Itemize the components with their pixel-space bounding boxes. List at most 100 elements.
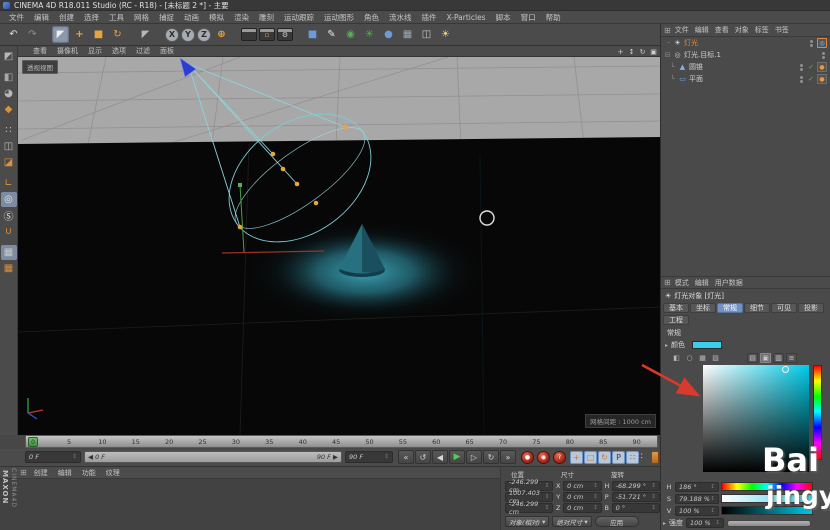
color-picker-marker[interactable]: [782, 366, 789, 373]
autokey-button[interactable]: ◉: [537, 451, 550, 464]
om-menu-file[interactable]: 文件: [672, 25, 692, 35]
lock-y-icon[interactable]: Y: [181, 27, 195, 42]
picker-wheel-icon[interactable]: ○: [684, 353, 695, 363]
tab-details[interactable]: 细节: [744, 303, 770, 313]
object-label[interactable]: 平面: [689, 74, 703, 84]
toolbar-separator[interactable]: [232, 26, 239, 43]
snapshot-dots-icon[interactable]: ∷: [637, 452, 643, 462]
vp-menu-filter[interactable]: 过滤: [131, 46, 155, 56]
rotation-field[interactable]: -68.299 ° ↕: [611, 481, 660, 491]
tab-general[interactable]: 常规: [717, 303, 743, 313]
size-field[interactable]: 0 cm ↕: [563, 481, 602, 491]
rotation-field[interactable]: 0 ° ↕: [611, 503, 660, 513]
tab-basic[interactable]: 基本: [663, 303, 689, 313]
enable-check-icon[interactable]: ✓: [807, 63, 815, 71]
dolly-view-icon[interactable]: ↕: [627, 48, 636, 56]
floor-icon[interactable]: ▦: [399, 26, 416, 43]
toolbar-separator[interactable]: [156, 26, 163, 43]
om-menu-objects[interactable]: 对象: [732, 25, 752, 35]
position-field[interactable]: -246.299 cm ↕: [505, 500, 554, 516]
expander-icon[interactable]: ⊟: [664, 51, 671, 59]
hsv-mode-icon[interactable]: ▣: [760, 353, 771, 363]
metaball-icon[interactable]: ●: [380, 26, 397, 43]
axis-mode-icon[interactable]: ∟: [1, 176, 17, 191]
menu-render[interactable]: 渲染: [229, 12, 254, 23]
mixer-mode-icon[interactable]: ≡: [786, 353, 797, 363]
intensity-slider[interactable]: [727, 519, 812, 527]
menu-xparticles[interactable]: X-Particles: [442, 13, 491, 22]
magnet-icon[interactable]: ∪: [1, 224, 17, 239]
undo-icon[interactable]: ↶: [5, 26, 22, 43]
toolbar-separator[interactable]: [128, 26, 135, 43]
lock-x-icon[interactable]: X: [165, 27, 179, 42]
make-editable-icon[interactable]: ◩: [1, 49, 17, 64]
expander-icon[interactable]: ▸: [665, 342, 668, 349]
menu-sculpt[interactable]: 雕刻: [254, 12, 279, 23]
tab-shadow[interactable]: 投影: [798, 303, 824, 313]
texture-mode-icon[interactable]: ◕: [1, 86, 17, 101]
toggle-view-icon[interactable]: ▣: [649, 48, 658, 56]
last-tool-icon[interactable]: ◤: [137, 26, 154, 43]
kelvin-mode-icon[interactable]: ▥: [773, 353, 784, 363]
scale-tool-icon[interactable]: ■: [90, 26, 107, 43]
object-label[interactable]: 圆锥: [689, 62, 703, 72]
orbit-view-icon[interactable]: ↻: [638, 48, 647, 56]
menu-tools[interactable]: 工具: [104, 12, 129, 23]
mat-menu-function[interactable]: 功能: [77, 468, 101, 478]
primitive-cube-icon[interactable]: ■: [304, 26, 321, 43]
vp-menu-options[interactable]: 选项: [107, 46, 131, 56]
menu-character[interactable]: 角色: [359, 12, 384, 23]
visibility-dots[interactable]: [800, 63, 803, 71]
timeline-options-icon[interactable]: [651, 451, 659, 464]
quantize-icon[interactable]: Ⓢ: [1, 208, 17, 223]
light-icon[interactable]: ☀: [437, 26, 454, 43]
redo-icon[interactable]: ↷: [24, 26, 41, 43]
mat-menu-edit[interactable]: 编辑: [53, 468, 77, 478]
menu-file[interactable]: 文件: [4, 12, 29, 23]
goto-prev-key-button[interactable]: ↺: [415, 450, 431, 464]
points-mode-icon[interactable]: ∷: [1, 123, 17, 138]
frame-start-field[interactable]: 0 F ↕: [25, 451, 81, 463]
timeline-ruler[interactable]: 051015202530354045505560657075808590 0: [25, 435, 658, 448]
panel-grid-icon[interactable]: ⊞: [20, 468, 27, 477]
rotate-tool-icon[interactable]: ↻: [109, 26, 126, 43]
polygons-mode-icon[interactable]: ◪: [1, 155, 17, 170]
phong-tag-icon[interactable]: ●: [817, 74, 827, 84]
size-field[interactable]: 0 cm ↕: [563, 492, 602, 502]
panel-grid-icon[interactable]: ⊞: [664, 278, 671, 287]
om-menu-view[interactable]: 查看: [712, 25, 732, 35]
coordinate-mode-dropdown[interactable]: 对象(相对) ▾: [505, 516, 550, 527]
object-label[interactable]: 灯光: [684, 38, 698, 48]
frame-end-field[interactable]: 90 F ↕: [345, 451, 393, 463]
visibility-dots[interactable]: [800, 75, 803, 83]
am-menu-userdata[interactable]: 用户数据: [712, 278, 746, 288]
picker-image-icon[interactable]: ▨: [710, 353, 721, 363]
record-keyframe-button[interactable]: ●: [521, 451, 534, 464]
color-swatch[interactable]: [692, 341, 723, 349]
vp-menu-camera[interactable]: 摄像机: [52, 46, 83, 56]
live-selection-icon[interactable]: ◤: [52, 26, 69, 43]
array-generator-icon[interactable]: ✳: [361, 26, 378, 43]
object-label[interactable]: 灯光.目标.1: [684, 50, 721, 60]
subdivision-surface-icon[interactable]: ◉: [342, 26, 359, 43]
key-parameter-toggle[interactable]: P: [612, 451, 625, 464]
timeline-playhead[interactable]: 0: [28, 437, 38, 447]
target-tag-icon[interactable]: ◎: [817, 38, 827, 48]
menu-edit[interactable]: 编辑: [29, 12, 54, 23]
keyframe-selection-button[interactable]: ?: [553, 451, 566, 464]
apply-button[interactable]: 应用: [594, 516, 639, 527]
vp-menu-panel[interactable]: 面板: [155, 46, 179, 56]
edges-mode-icon[interactable]: ◫: [1, 139, 17, 154]
toolbar-separator[interactable]: [295, 26, 302, 43]
viewport[interactable]: 查看 摄像机 显示 选项 过滤 面板 + ↕ ↻ ▣ 透视视图 网格间距 : 1000 cm: [18, 46, 660, 435]
hue-field[interactable]: 186 ° ↕: [675, 481, 719, 492]
menu-mesh[interactable]: 网格: [129, 12, 154, 23]
value-field[interactable]: 100 % ↕: [675, 505, 719, 516]
frame-range-slider[interactable]: ◀ 0 F 90 F ▶: [84, 451, 342, 463]
size-field[interactable]: 0 cm ↕: [563, 503, 602, 513]
menu-plugins[interactable]: 插件: [417, 12, 442, 23]
object-row-light-target[interactable]: ⊟ ◎ 灯光.目标.1: [661, 49, 830, 61]
saturation-field[interactable]: 79.188 % ↕: [675, 493, 719, 504]
move-tool-icon[interactable]: +: [71, 26, 88, 43]
vp-menu-view[interactable]: 查看: [28, 46, 52, 56]
